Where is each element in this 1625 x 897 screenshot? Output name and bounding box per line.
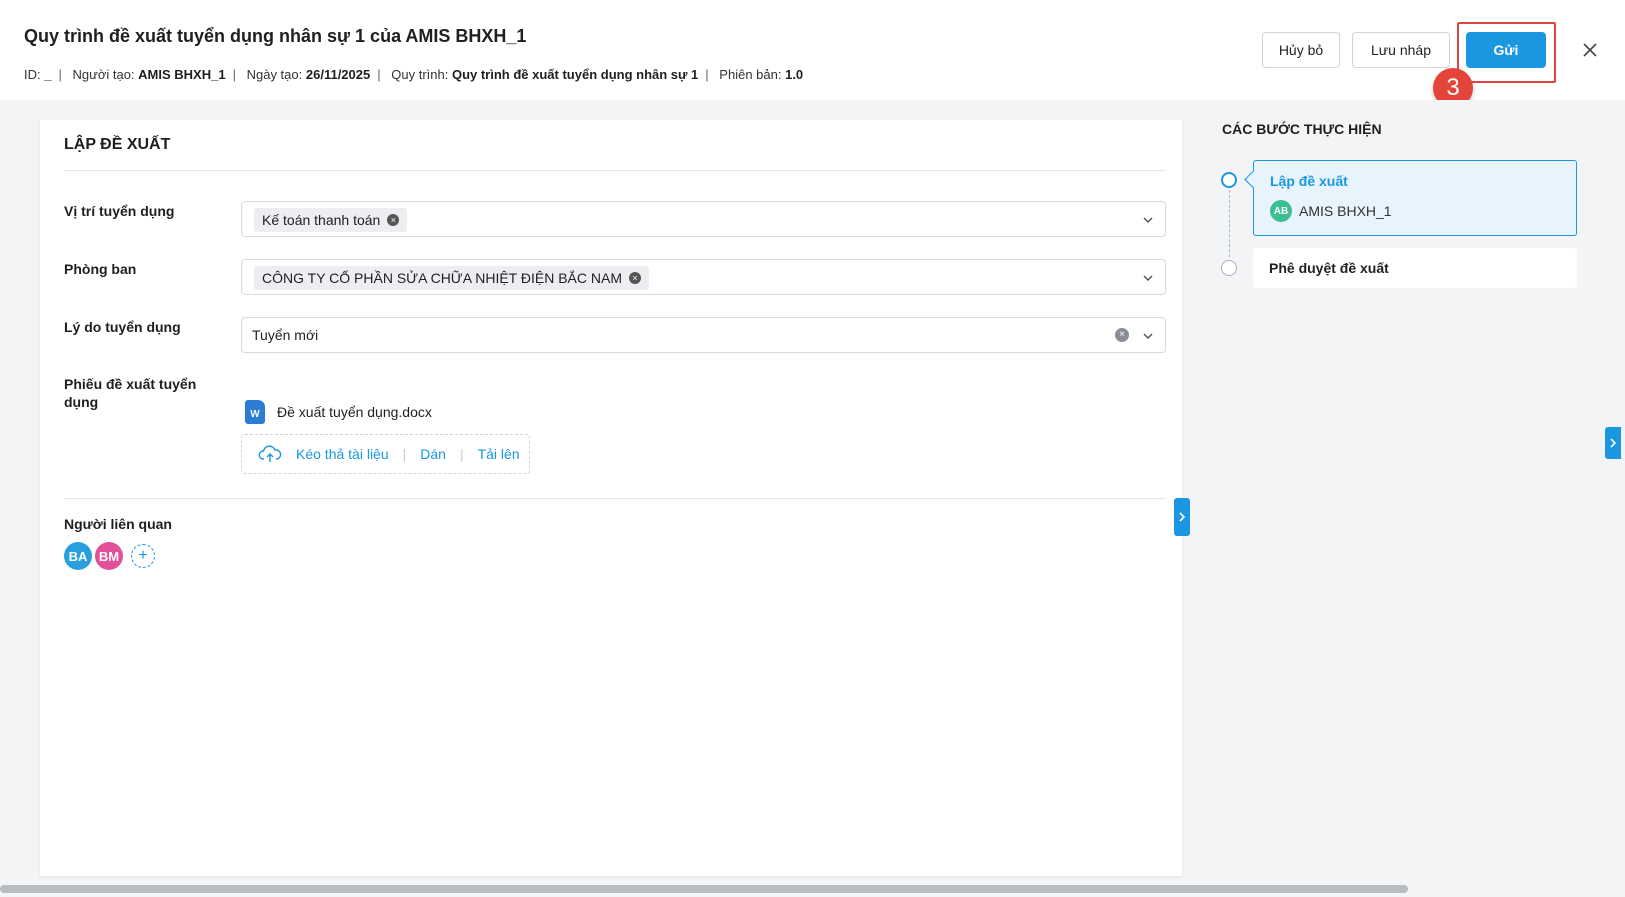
meta-process-label: Quy trình:	[391, 67, 449, 82]
chevron-down-icon[interactable]	[1141, 329, 1155, 343]
chip-remove-icon[interactable]: ×	[628, 272, 641, 284]
meta-version-value: 1.0	[785, 67, 804, 82]
chevron-down-icon[interactable]	[1141, 213, 1155, 227]
attached-file[interactable]: W Đề xuất tuyển dụng.docx	[245, 400, 432, 424]
meta-creator-value: AMIS BHXH_1	[138, 67, 226, 82]
step-dot-idle	[1221, 260, 1237, 276]
word-file-icon: W	[245, 400, 265, 424]
proposal-form-card: LẬP ĐỀ XUẤT Vị trí tuyển dụng Kế toán th…	[40, 120, 1182, 876]
cloud-upload-icon	[258, 445, 282, 462]
chevron-right-icon	[1179, 512, 1186, 522]
meta-version-label: Phiên bản:	[719, 67, 782, 82]
related-label: Người liên quan	[64, 516, 172, 532]
section-title: LẬP ĐỀ XUẤT	[64, 136, 171, 153]
meta-id-label: ID:	[24, 67, 41, 82]
clear-icon[interactable]: ×	[1115, 328, 1129, 342]
avatar[interactable]: BM	[95, 542, 123, 570]
close-icon[interactable]	[1578, 38, 1602, 62]
upload-link[interactable]: Tải lên	[478, 446, 520, 462]
position-select[interactable]: Kế toán thanh toán ×	[241, 201, 1166, 237]
meta-date-label: Ngày tạo:	[246, 67, 303, 82]
page-header: Quy trình đề xuất tuyển dụng nhân sự 1 c…	[0, 0, 1625, 108]
chip-remove-icon[interactable]: ×	[387, 214, 400, 226]
related-avatars: BA BM +	[64, 542, 155, 570]
collapse-panel-tab[interactable]	[1174, 498, 1190, 536]
department-chip-text: CÔNG TY CỔ PHẦN SỬA CHỮA NHIỆT ĐIỆN BẮC …	[262, 270, 622, 286]
send-highlight-box	[1457, 22, 1556, 83]
step-assignee: AB AMIS BHXH_1	[1270, 200, 1392, 222]
title-divider	[64, 170, 1165, 171]
upload-dropzone[interactable]: Kéo thả tài liệu | Dán | Tải lên	[241, 434, 530, 474]
position-chip: Kế toán thanh toán ×	[254, 208, 408, 232]
chevron-right-icon	[1610, 438, 1617, 448]
step-assignee-name: AMIS BHXH_1	[1299, 203, 1392, 219]
department-select[interactable]: CÔNG TY CỔ PHẦN SỬA CHỮA NHIỆT ĐIỆN BẮC …	[241, 259, 1166, 295]
meta-info: ID: _ | Người tạo: AMIS BHXH_1 | Ngày tạo:…	[24, 67, 804, 82]
department-label: Phòng ban	[64, 261, 137, 277]
drag-drop-link[interactable]: Kéo thả tài liệu	[296, 446, 389, 462]
meta-date-value: 26/11/2025	[305, 67, 371, 82]
save-draft-button[interactable]: Lưu nháp	[1352, 32, 1450, 68]
position-label: Vị trí tuyển dụng	[64, 203, 175, 219]
avatar: AB	[1270, 200, 1292, 222]
meta-creator-label: Người tạo:	[72, 67, 135, 82]
cancel-button[interactable]: Hủy bỏ	[1262, 32, 1340, 68]
file-name[interactable]: Đề xuất tuyển dụng.docx	[277, 404, 432, 420]
reason-select[interactable]: Tuyển mới ×	[241, 317, 1166, 353]
step-dot-active	[1221, 172, 1237, 188]
department-chip: CÔNG TY CỔ PHẦN SỬA CHỮA NHIỆT ĐIỆN BẮC …	[254, 266, 649, 290]
step-item-create-proposal[interactable]: Lập đề xuất AB AMIS BHXH_1	[1253, 160, 1577, 236]
chevron-down-icon[interactable]	[1141, 271, 1155, 285]
position-chip-text: Kế toán thanh toán	[262, 212, 381, 228]
step-name: Lập đề xuất	[1270, 173, 1348, 189]
expand-sidebar-tab[interactable]	[1605, 427, 1621, 459]
page-title: Quy trình đề xuất tuyển dụng nhân sự 1 c…	[24, 26, 527, 46]
paste-link[interactable]: Dán	[420, 446, 446, 462]
reason-label: Lý do tuyển dụng	[64, 319, 181, 335]
add-person-icon[interactable]: +	[131, 544, 155, 568]
step-name: Phê duyệt đề xuất	[1269, 260, 1389, 276]
avatar[interactable]: BA	[64, 542, 92, 570]
horizontal-scrollbar[interactable]	[0, 885, 1408, 893]
reason-value: Tuyển mới	[252, 327, 319, 343]
attachment-label: Phiếu đề xuất tuyển dụng	[64, 376, 197, 410]
meta-process-value: Quy trình đề xuất tuyển dụng nhân sự 1	[451, 67, 699, 82]
related-divider	[64, 498, 1165, 499]
steps-connector	[1229, 185, 1230, 257]
steps-title: CÁC BƯỚC THỰC HIỆN	[1222, 121, 1382, 137]
step-item-approve-proposal[interactable]: Phê duyệt đề xuất	[1253, 248, 1577, 288]
